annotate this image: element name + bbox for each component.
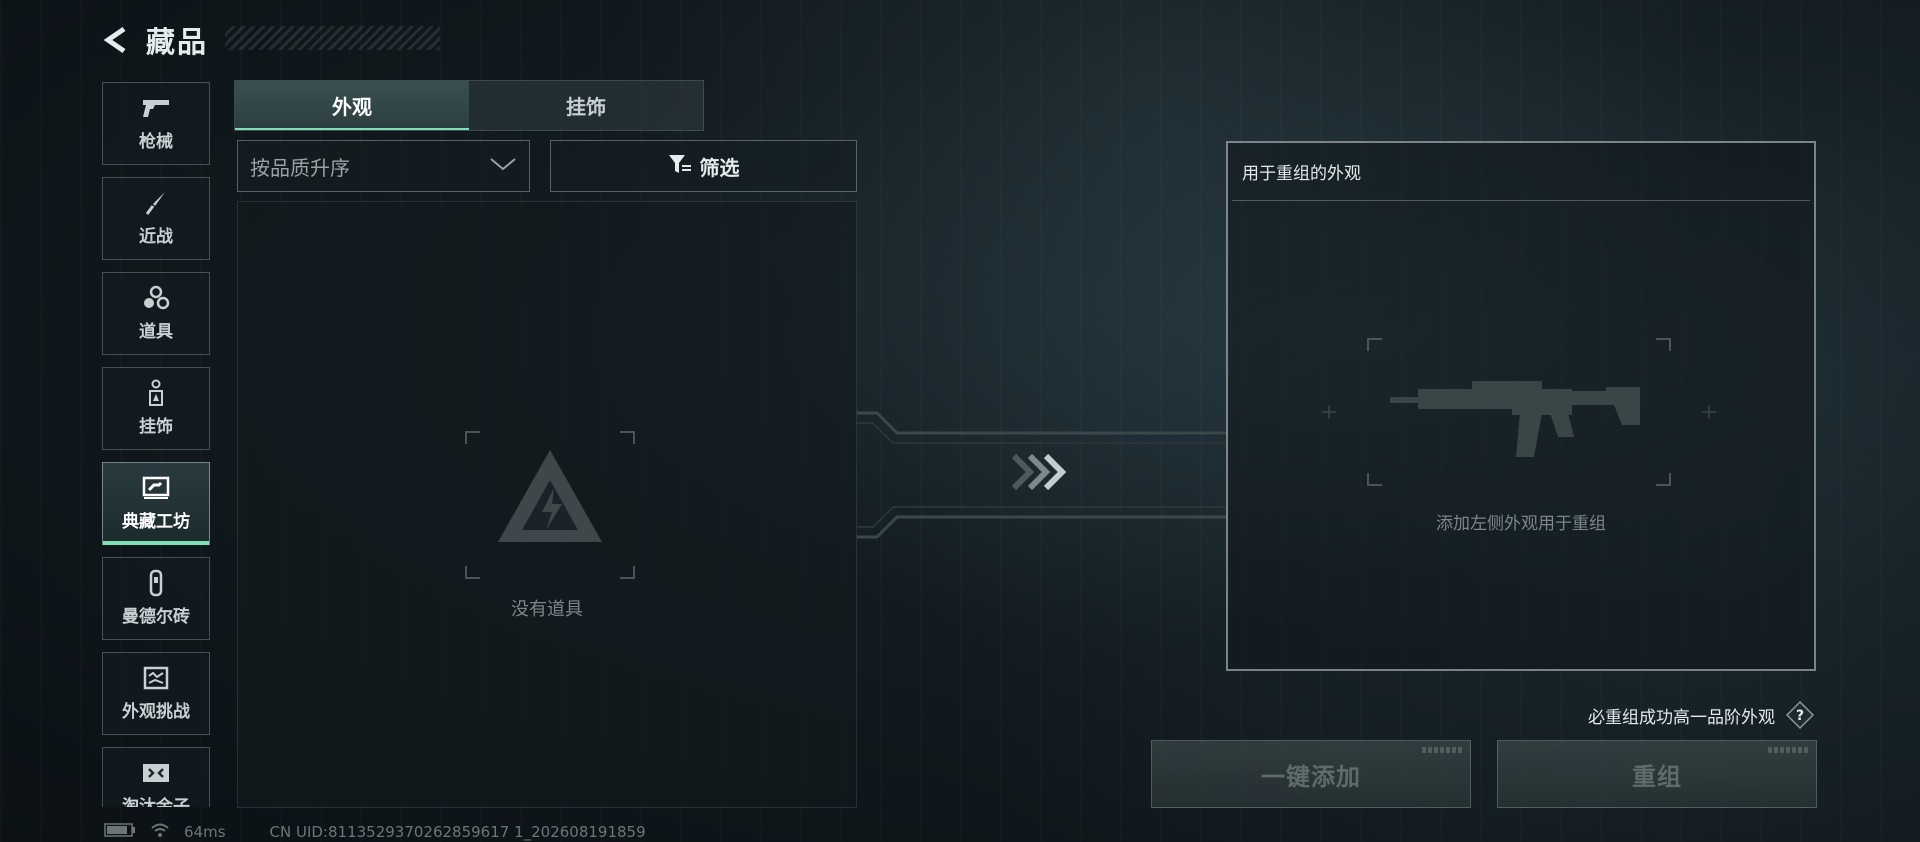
sort-dropdown[interactable]: 按品质升序 [237, 140, 530, 192]
recompose-panel: 用于重组的外观 添加左侧外观用于重组 [1226, 141, 1816, 671]
sidebar-item-label: 典藏工坊 [122, 512, 190, 532]
sidebar-item-items[interactable]: 道具 [102, 272, 210, 355]
recompose-label: 重组 [1632, 762, 1682, 791]
elimination-icon [141, 760, 171, 786]
filter-label: 筛选 [699, 155, 740, 180]
sidebar-item-label: 外观挑战 [122, 702, 190, 722]
tab-appearance[interactable]: 外观 [235, 81, 469, 130]
charm-icon [141, 379, 171, 406]
challenge-icon [141, 665, 171, 691]
sidebar-item-label: 曼德尔砖 [122, 607, 190, 627]
chevron-down-icon [489, 156, 517, 176]
sort-value: 按品质升序 [250, 155, 350, 180]
status-bar: 64ms CN UID:8113529370262859617 1_202608… [104, 822, 646, 842]
tab-bar: 外观 挂饰 [234, 80, 704, 131]
filter-button[interactable]: 筛选 [550, 140, 857, 192]
workshop-icon [141, 475, 171, 501]
ping-text: 64ms [184, 823, 226, 841]
button-decoration [1422, 747, 1462, 753]
title-decoration [225, 26, 440, 50]
filter-icon [668, 153, 692, 179]
sidebar-item-label: 枪械 [139, 132, 173, 152]
back-arrow-icon[interactable] [102, 23, 132, 57]
button-decoration [1768, 747, 1808, 753]
wifi-icon [150, 822, 170, 842]
empty-state-graphic [442, 430, 658, 580]
knife-icon [141, 190, 171, 216]
uid-text: CN UID:8113529370262859617 1_20260819185… [269, 823, 646, 841]
recompose-button[interactable]: 重组 [1497, 740, 1817, 808]
sidebar-item-mandel-brick[interactable]: 曼德尔砖 [102, 557, 210, 640]
item-list-panel[interactable]: 没有道具 [237, 201, 857, 808]
sidebar-item-label: 挂饰 [139, 417, 173, 437]
category-sidebar: 枪械 近战 道具 挂饰 典藏工坊 曼德尔砖 外观挑战 淘汰余子 [102, 82, 210, 807]
sidebar-item-workshop[interactable]: 典藏工坊 [102, 462, 210, 545]
pistol-icon [141, 95, 171, 121]
sidebar-item-skin-challenge[interactable]: 外观挑战 [102, 652, 210, 735]
guarantee-note: 必重组成功高一品阶外观 ? [1588, 700, 1815, 730]
battery-icon [104, 823, 136, 841]
sidebar-item-guns[interactable]: 枪械 [102, 82, 210, 165]
sidebar-item-melee[interactable]: 近战 [102, 177, 210, 260]
forward-arrows-icon [1011, 453, 1067, 491]
sidebar-item-elimination[interactable]: 淘汰余子 [102, 747, 210, 807]
recompose-panel-title: 用于重组的外观 [1232, 143, 1810, 201]
sidebar-item-charms[interactable]: 挂饰 [102, 367, 210, 450]
sidebar-item-label: 近战 [139, 227, 173, 247]
empty-state-text: 没有道具 [511, 599, 583, 620]
rifle-placeholder-icon [1322, 337, 1716, 487]
brick-icon [141, 569, 171, 597]
guarantee-text: 必重组成功高一品阶外观 [1588, 707, 1775, 728]
header: 藏品 [102, 18, 208, 62]
page-title: 藏品 [146, 25, 209, 59]
help-icon[interactable]: ? [1785, 700, 1815, 730]
recompose-hint: 添加左侧外观用于重组 [1436, 514, 1606, 534]
add-all-button[interactable]: 一键添加 [1151, 740, 1471, 808]
tab-charms[interactable]: 挂饰 [469, 81, 703, 130]
svg-text:?: ? [1796, 708, 1804, 724]
add-all-label: 一键添加 [1261, 762, 1361, 791]
sidebar-item-label: 道具 [139, 322, 173, 342]
grenade-icon [141, 285, 171, 311]
sidebar-item-label: 淘汰余子 [122, 797, 190, 807]
